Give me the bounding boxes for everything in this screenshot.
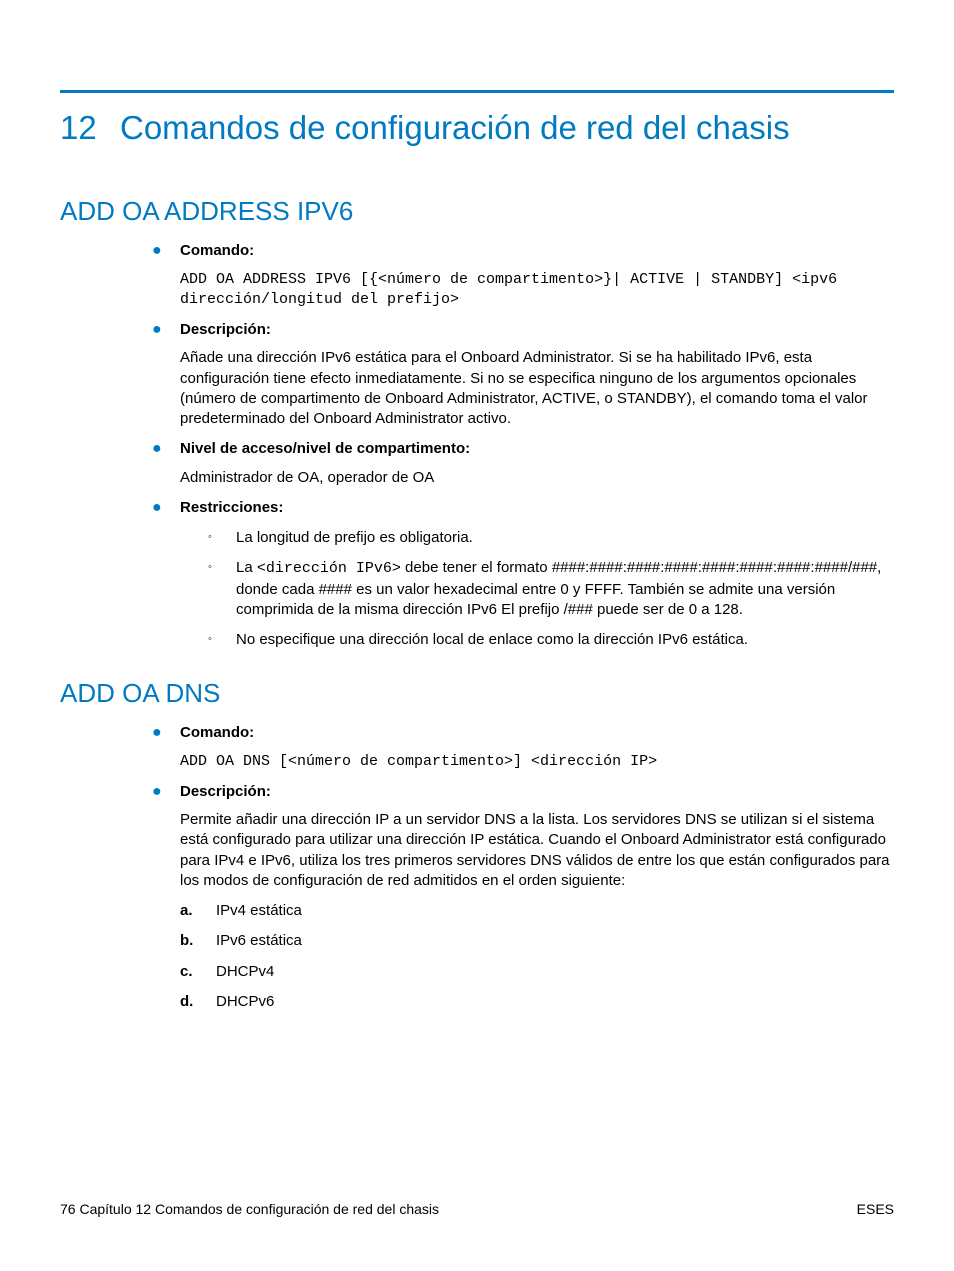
chapter-heading: 12 Comandos de configuración de red del … bbox=[60, 107, 894, 148]
paragraph: Permite añadir una dirección IP a un ser… bbox=[180, 810, 894, 891]
footer-left: 76 Capítulo 12 Comandos de configuración… bbox=[60, 1201, 439, 1217]
sub-bullet-icon: ◦ bbox=[208, 528, 218, 548]
sub-list-item: ◦ La longitud de prefijo es obligatoria. bbox=[208, 528, 894, 548]
chapter-number: 12 bbox=[60, 107, 102, 148]
sub-list-item: ◦ La <dirección IPv6> debe tener el form… bbox=[208, 558, 894, 620]
list-marker: d. bbox=[180, 992, 198, 1012]
ordered-list-item: c. DHCPv4 bbox=[180, 962, 894, 982]
list-text: DHCPv4 bbox=[216, 962, 274, 982]
list-text: IPv4 estática bbox=[216, 901, 302, 921]
chapter-rule bbox=[60, 90, 894, 93]
bullet-icon: ● bbox=[152, 782, 162, 803]
field-label-comando: Comando: bbox=[180, 241, 894, 261]
list-marker: a. bbox=[180, 901, 198, 921]
footer-chapter-ref: Capítulo 12 Comandos de configuración de… bbox=[79, 1201, 439, 1217]
list-text: DHCPv6 bbox=[216, 992, 274, 1012]
list-item: ● Comando: ADD OA DNS [<número de compar… bbox=[152, 723, 894, 772]
list-item-content: Comando: ADD OA DNS [<número de comparti… bbox=[180, 723, 894, 772]
ordered-list-item: a. IPv4 estática bbox=[180, 901, 894, 921]
list-item-content: Comando: ADD OA ADDRESS IPV6 [{<número d… bbox=[180, 241, 894, 310]
sub-list-text: La <dirección IPv6> debe tener el format… bbox=[236, 558, 894, 620]
sub-bullet-icon: ◦ bbox=[208, 630, 218, 650]
bullet-icon: ● bbox=[152, 439, 162, 460]
paragraph: Añade una dirección IPv6 estática para e… bbox=[180, 348, 894, 429]
list-item-content: Descripción: Añade una dirección IPv6 es… bbox=[180, 320, 894, 429]
field-label-restricciones: Restricciones: bbox=[180, 498, 894, 518]
section-heading-add-oa-dns: ADD OA DNS bbox=[60, 678, 894, 709]
list-item: ● Restricciones: ◦ La longitud de prefij… bbox=[152, 498, 894, 651]
list-item-content: Restricciones: ◦ La longitud de prefijo … bbox=[180, 498, 894, 651]
list-item: ● Descripción: Añade una dirección IPv6 … bbox=[152, 320, 894, 429]
document-page: 12 Comandos de configuración de red del … bbox=[0, 0, 954, 1271]
ordered-list: a. IPv4 estática b. IPv6 estática c. DHC… bbox=[180, 901, 894, 1012]
code-block: ADD OA DNS [<número de compartimento>] <… bbox=[180, 752, 894, 772]
paragraph: Administrador de OA, operador de OA bbox=[180, 468, 894, 488]
sub-list-item: ◦ No especifique una dirección local de … bbox=[208, 630, 894, 650]
sub-bullet-icon: ◦ bbox=[208, 558, 218, 578]
list-item-content: Descripción: Permite añadir una direcció… bbox=[180, 782, 894, 1012]
field-label-comando: Comando: bbox=[180, 723, 894, 743]
section2-body: ● Comando: ADD OA DNS [<número de compar… bbox=[152, 723, 894, 1012]
list-marker: b. bbox=[180, 931, 198, 951]
bullet-icon: ● bbox=[152, 241, 162, 262]
footer-right: ESES bbox=[857, 1201, 894, 1217]
list-item: ● Descripción: Permite añadir una direcc… bbox=[152, 782, 894, 1012]
ordered-list-item: d. DHCPv6 bbox=[180, 992, 894, 1012]
list-item-content: Nivel de acceso/nivel de compartimento: … bbox=[180, 439, 894, 488]
list-marker: c. bbox=[180, 962, 198, 982]
inline-code: <dirección IPv6> bbox=[257, 560, 401, 577]
field-label-nivel: Nivel de acceso/nivel de compartimento: bbox=[180, 439, 894, 459]
bullet-icon: ● bbox=[152, 320, 162, 341]
page-footer: 76 Capítulo 12 Comandos de configuración… bbox=[60, 1201, 894, 1217]
code-block: ADD OA ADDRESS IPV6 [{<número de compart… bbox=[180, 270, 894, 311]
page-number: 76 bbox=[60, 1201, 76, 1217]
list-text: IPv6 estática bbox=[216, 931, 302, 951]
chapter-title: Comandos de configuración de red del cha… bbox=[120, 107, 894, 148]
section-heading-add-oa-address-ipv6: ADD OA ADDRESS IPV6 bbox=[60, 196, 894, 227]
field-label-descripcion: Descripción: bbox=[180, 782, 894, 802]
text-run: La bbox=[236, 559, 257, 576]
bullet-icon: ● bbox=[152, 498, 162, 519]
sub-list-text: La longitud de prefijo es obligatoria. bbox=[236, 528, 894, 548]
list-item: ● Comando: ADD OA ADDRESS IPV6 [{<número… bbox=[152, 241, 894, 310]
sub-list-text: No especifique una dirección local de en… bbox=[236, 630, 894, 650]
ordered-list-item: b. IPv6 estática bbox=[180, 931, 894, 951]
field-label-descripcion: Descripción: bbox=[180, 320, 894, 340]
section1-body: ● Comando: ADD OA ADDRESS IPV6 [{<número… bbox=[152, 241, 894, 650]
bullet-icon: ● bbox=[152, 723, 162, 744]
list-item: ● Nivel de acceso/nivel de compartimento… bbox=[152, 439, 894, 488]
